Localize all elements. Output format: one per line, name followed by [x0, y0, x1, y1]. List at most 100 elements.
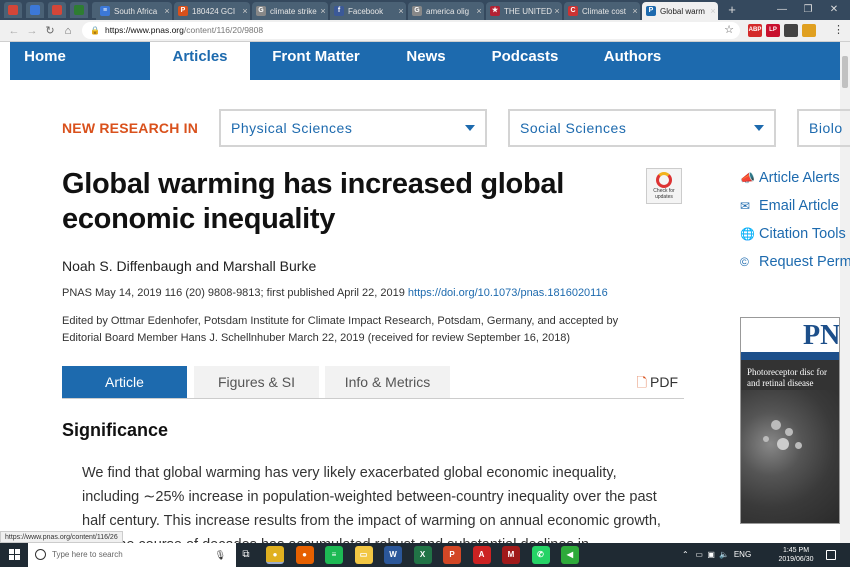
browser-tab[interactable]: Gamerica olig × [408, 2, 484, 20]
social-sciences-dropdown[interactable]: Social Sciences [508, 109, 776, 147]
tab-info-metrics[interactable]: Info & Metrics [325, 366, 450, 398]
restore-button[interactable]: ❐ [796, 2, 820, 18]
mendeley-app-icon[interactable]: M [502, 546, 520, 564]
crossmark-icon [656, 172, 672, 188]
chevron-up-icon[interactable]: ⌃ [682, 550, 689, 559]
close-tab-icon[interactable]: × [630, 6, 640, 16]
nav-item-news[interactable]: News [389, 42, 463, 80]
nav-item-articles[interactable]: Articles [150, 42, 250, 80]
browser-tab[interactable]: C Climate cost × [564, 2, 640, 20]
cover-logo: PN [803, 320, 840, 351]
browser-tab[interactable]: Gclimate strike × [252, 2, 328, 20]
check-for-updates-badge[interactable]: Check for updates [646, 168, 682, 204]
keyboard-language[interactable]: ENG [734, 550, 751, 559]
close-tab-icon[interactable]: × [162, 6, 172, 16]
windows-start-icon[interactable] [9, 549, 21, 561]
close-tab-icon[interactable]: × [240, 6, 250, 16]
article-alerts-link[interactable]: 📣 Article Alerts [740, 168, 850, 196]
volume-icon[interactable]: 🔈 [719, 550, 729, 559]
cover-micrograph [741, 390, 839, 523]
tab-favicon-icon: ≡ [100, 6, 110, 16]
close-tab-icon[interactable]: × [318, 6, 328, 16]
citation-text: PNAS May 14, 2019 116 (20) 9808-9813; fi… [62, 287, 405, 299]
nav-item-podcasts[interactable]: Podcasts [471, 42, 579, 80]
nav-item-home[interactable]: Home [10, 42, 80, 80]
scrollbar-thumb[interactable] [842, 56, 848, 88]
browser-menu-icon[interactable]: ⋮ [833, 24, 844, 37]
taskbar-clock[interactable]: 1:45 PM 2019/06/30 [774, 546, 818, 564]
greenshot-app-icon[interactable]: ◀ [561, 546, 579, 564]
clock-date: 2019/06/30 [778, 556, 814, 563]
extension-icon[interactable] [802, 24, 816, 37]
article-title: Global warming has increased global econ… [62, 167, 622, 237]
reload-icon[interactable]: ↻ [42, 23, 58, 39]
minimize-button[interactable]: — [770, 2, 794, 18]
chrome-app-icon[interactable]: ● [266, 546, 284, 564]
close-tab-icon[interactable]: × [708, 6, 718, 16]
email-article-link[interactable]: ✉ Email Article [740, 196, 850, 224]
citation-tools-link[interactable]: 🌐 Citation Tools [740, 224, 850, 252]
extension-icon[interactable]: ABP [748, 24, 762, 37]
browser-tab[interactable]: f Facebook × [330, 2, 406, 20]
edited-line: Edited by Ottmar Edenhofer, Potsdam Inst… [62, 315, 619, 327]
home-icon[interactable]: ⌂ [60, 23, 76, 39]
pinned-tab[interactable] [26, 2, 44, 18]
file-explorer-app-icon[interactable]: ▭ [354, 546, 373, 564]
close-tab-icon[interactable]: × [396, 6, 406, 16]
tab-article[interactable]: Article [62, 366, 187, 398]
excel-app-icon[interactable]: X [413, 546, 432, 564]
pdf-download-link[interactable]: 🗋 PDF [637, 366, 678, 398]
browser-tab[interactable]: ≡ South Africa × [96, 2, 172, 20]
microphone-icon[interactable]: 🎙 [215, 543, 226, 567]
nav-item-front-matter[interactable]: Front Matter [251, 42, 381, 80]
close-tab-icon[interactable]: × [552, 6, 562, 16]
extension-icon[interactable]: LP [766, 24, 780, 37]
tab-favicon-icon: C [568, 6, 578, 16]
network-icon[interactable]: ▣ [707, 550, 715, 559]
doi-link[interactable]: https://doi.org/10.1073/pnas.1816020116 [408, 287, 608, 299]
tab-figures-si[interactable]: Figures & SI [194, 366, 319, 398]
close-window-button[interactable]: ✕ [822, 2, 846, 18]
close-tab-icon[interactable]: × [474, 6, 484, 16]
extension-icon[interactable] [784, 24, 798, 37]
pinned-tab[interactable] [48, 2, 66, 18]
word-app-icon[interactable]: W [384, 546, 402, 564]
tab-title: THE UNITED [504, 6, 552, 16]
pinned-tab[interactable] [70, 2, 88, 18]
status-bar-url: https://www.pnas.org/content/116/26 [0, 531, 123, 543]
physical-sciences-dropdown[interactable]: Physical Sciences [219, 109, 487, 147]
tab-favicon-icon [8, 5, 18, 15]
spotify-app-icon[interactable]: ≡ [325, 546, 343, 564]
back-arrow-icon[interactable]: ← [6, 23, 22, 39]
browser-tab[interactable]: ★ THE UNITED × [486, 2, 562, 20]
url-bar[interactable]: 🔒 https://www.pnas.org/content/116/20/980… [82, 22, 740, 39]
browser-tab[interactable]: P 180424 GCI × [174, 2, 250, 20]
article-authors[interactable]: Noah S. Diffenbaugh and Marshall Burke [62, 258, 316, 274]
pinned-tab[interactable] [4, 2, 22, 18]
article-content-tabs: Article Figures & SI Info & Metrics 🗋 PDF [62, 366, 684, 399]
request-permissions-link[interactable]: © Request Perm [740, 252, 850, 280]
lock-icon: 🔒 [90, 26, 100, 35]
new-tab-button[interactable]: + [724, 2, 740, 18]
whatsapp-app-icon[interactable]: ✆ [531, 546, 550, 564]
nav-item-authors[interactable]: Authors [585, 42, 680, 80]
tab-title: climate strike [270, 6, 317, 16]
tab-favicon-icon [74, 5, 84, 15]
title-line: Global warming has increased global [62, 168, 564, 200]
check-updates-text: Check for updates [653, 188, 675, 200]
bookmark-star-icon[interactable]: ☆ [724, 22, 734, 39]
taskbar-search-box[interactable]: Type here to search 🎙 [28, 543, 236, 567]
battery-icon[interactable]: ▭ [695, 550, 703, 559]
forward-arrow-icon[interactable]: → [24, 23, 40, 39]
journal-cover-image[interactable]: PN Photoreceptor disc for and retinal di… [740, 317, 840, 524]
notification-icon[interactable] [826, 550, 836, 560]
acrobat-app-icon[interactable]: A [472, 546, 491, 564]
action-label: Request Perm [759, 254, 850, 270]
firefox-app-icon[interactable]: ● [295, 546, 314, 564]
browser-tab[interactable]: P Global warm × [642, 2, 718, 20]
address-toolbar: ← → ↻ ⌂ 🔒 https://www.pnas.org/content/11… [0, 20, 850, 42]
tab-favicon-icon [30, 5, 40, 15]
powerpoint-app-icon[interactable]: P [443, 546, 461, 564]
biology-dropdown[interactable]: Biolo [797, 109, 850, 147]
task-view-icon[interactable]: ⧉ [240, 549, 252, 561]
